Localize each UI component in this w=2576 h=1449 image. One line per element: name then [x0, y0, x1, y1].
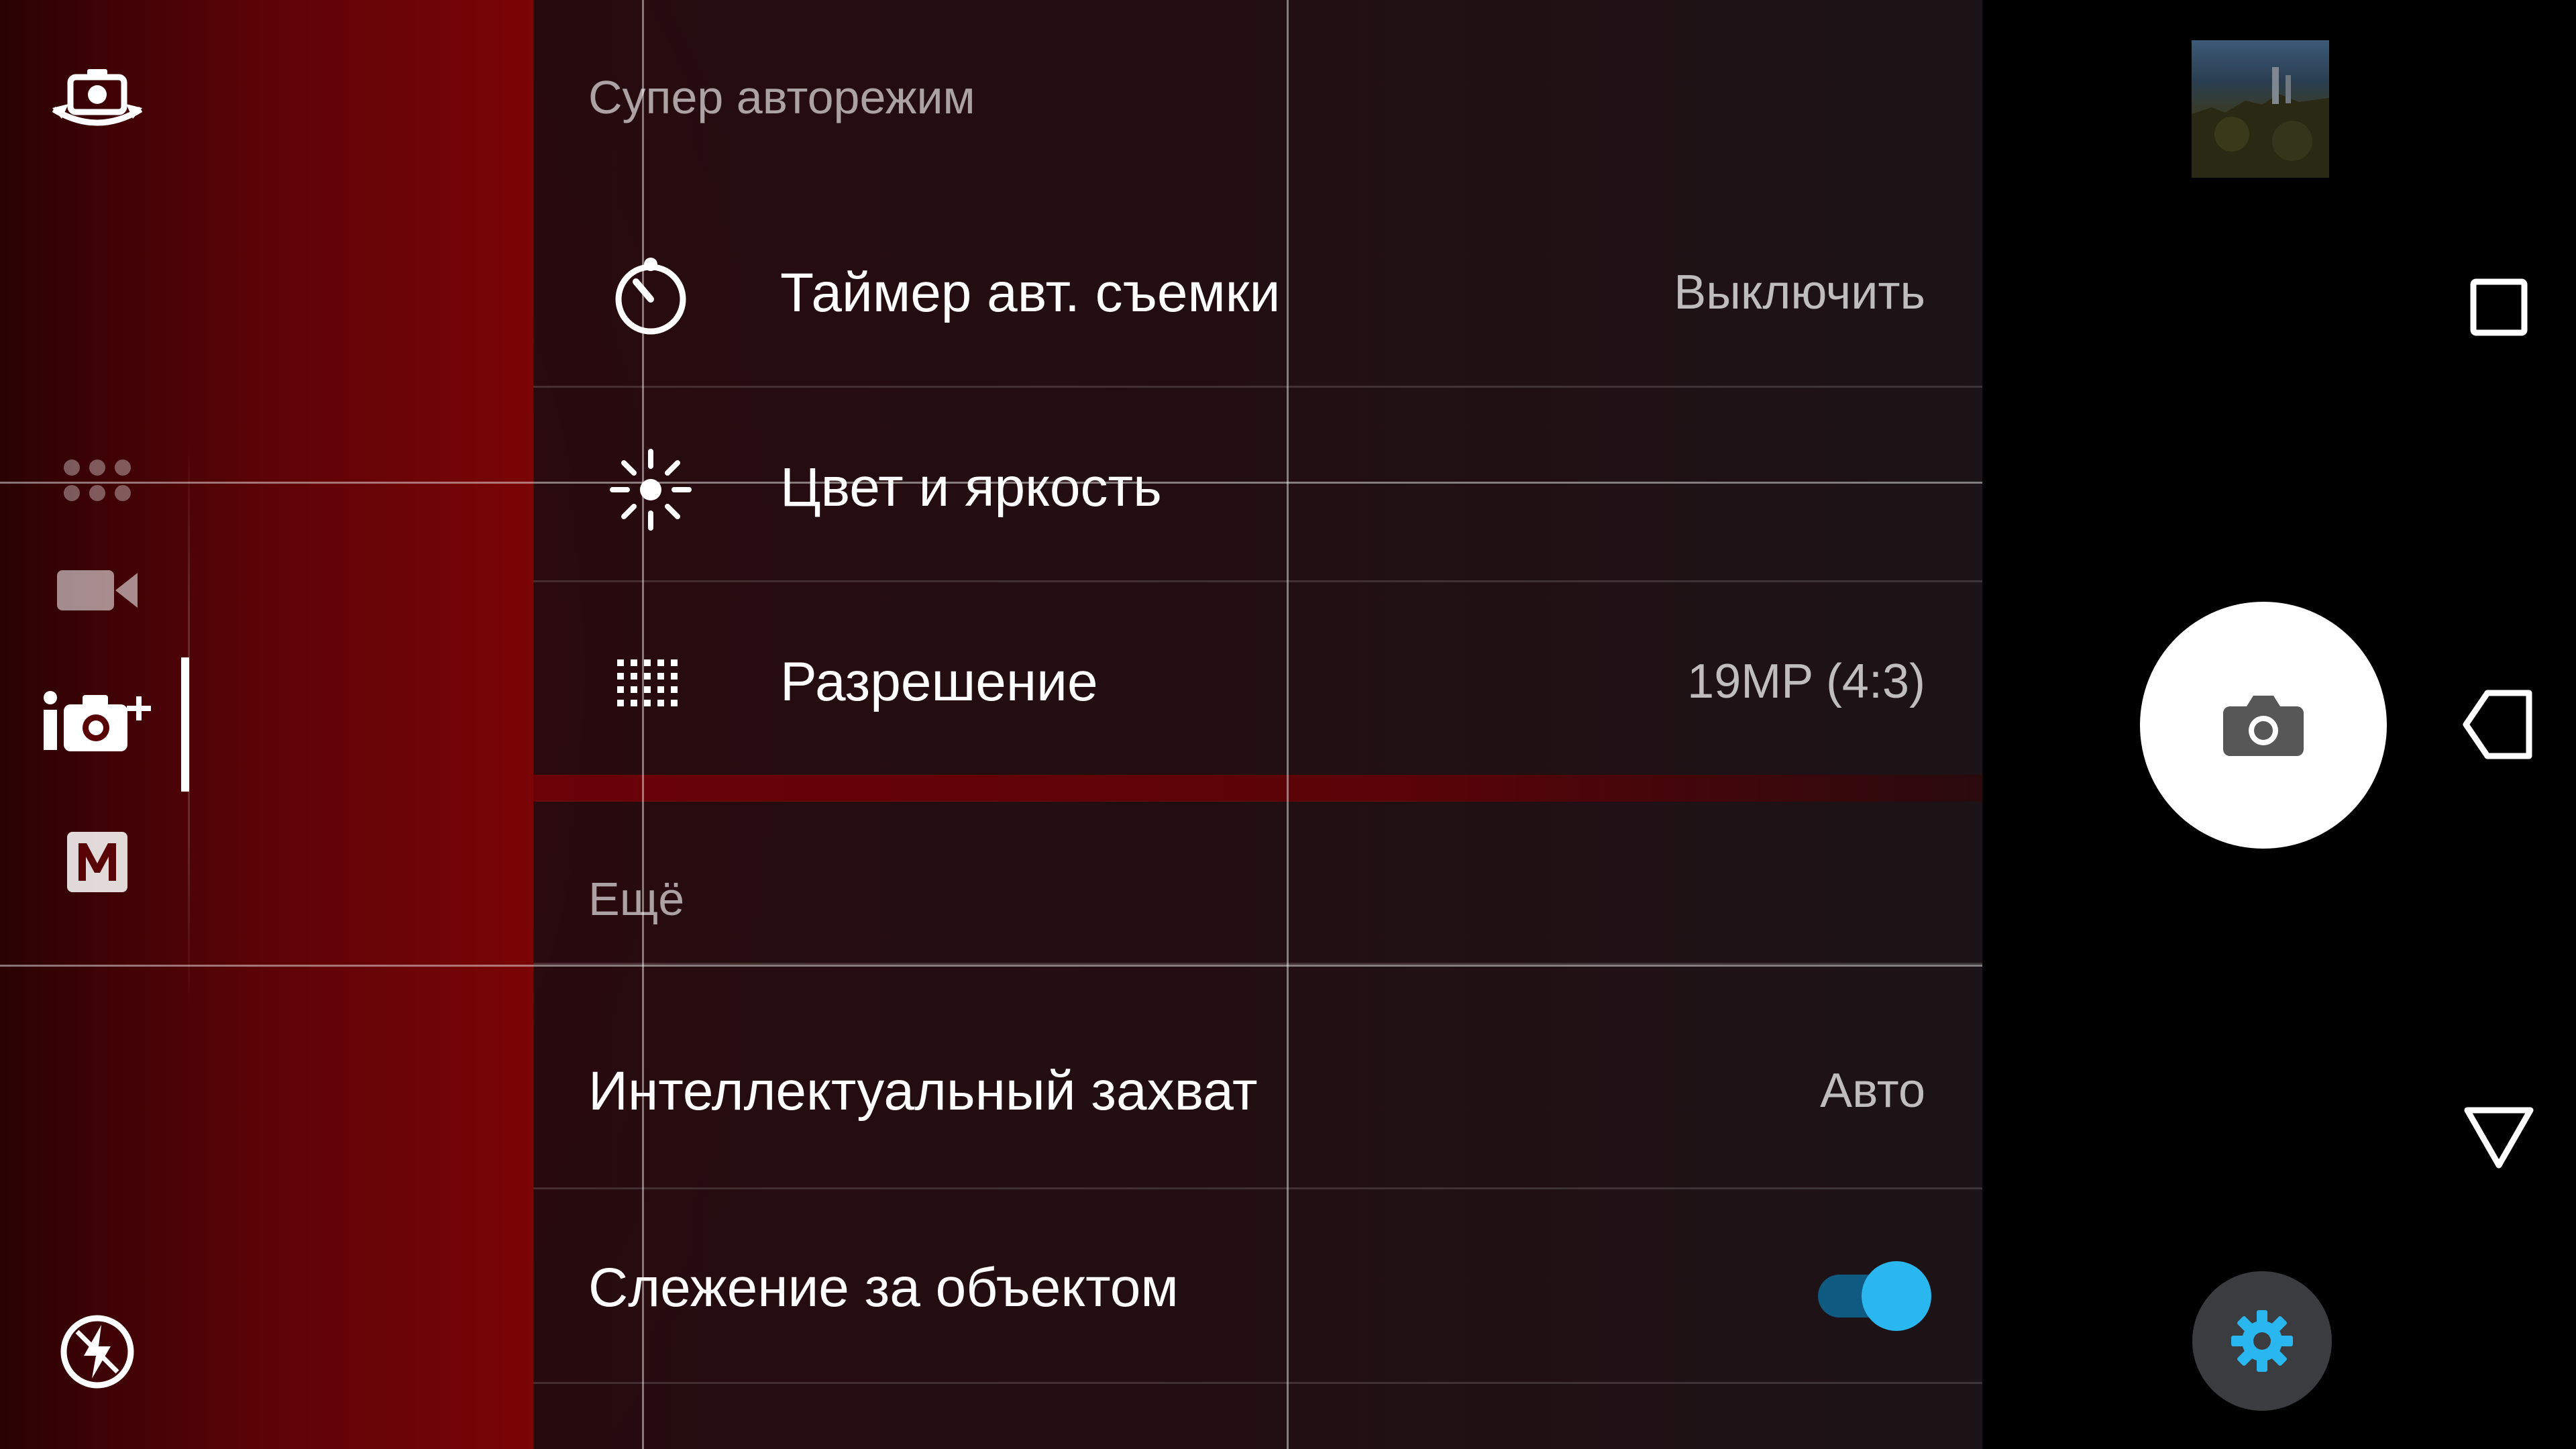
gear-icon	[2231, 1310, 2293, 1372]
more-modes-icon[interactable]	[27, 426, 168, 533]
settings-row-timer[interactable]: Таймер авт. съемки Выключить	[533, 195, 1982, 389]
resolution-value: 19MP (4:3)	[1687, 655, 1925, 708]
home-icon[interactable]	[2452, 1090, 2546, 1184]
grid-line	[642, 0, 644, 1449]
timer-value: Выключить	[1674, 266, 1925, 319]
divider	[533, 580, 1982, 582]
superior-auto-icon[interactable]	[27, 667, 168, 775]
section-title-super-auto: Супер авторежим	[588, 71, 975, 123]
resolution-icon	[607, 641, 694, 728]
settings-row-color-brightness[interactable]: Цвет и яркость	[533, 389, 1982, 584]
last-photo-thumbnail[interactable]	[2192, 40, 2329, 178]
brightness-icon	[607, 446, 694, 533]
flash-auto-icon[interactable]	[27, 1298, 168, 1405]
settings-panel: Супер авторежим Таймер авт. съемки Выклю…	[533, 0, 1982, 1449]
grid-line	[1287, 0, 1289, 1449]
grid-line	[0, 482, 1982, 484]
back-icon[interactable]	[2452, 678, 2546, 771]
section-title-more: Ещё	[588, 873, 685, 925]
object-tracking-toggle[interactable]	[1808, 1253, 1935, 1331]
manual-mode-icon[interactable]	[27, 808, 168, 916]
panel-top-section: Супер авторежим Таймер авт. съемки Выклю…	[533, 0, 1982, 775]
panel-divider-strip	[533, 775, 1982, 802]
settings-row-object-tracking[interactable]: Слежение за объектом	[533, 1189, 1982, 1384]
settings-row-resolution[interactable]: Разрешение 19MP (4:3)	[533, 584, 1982, 778]
grid-line	[0, 965, 1982, 967]
resolution-label: Разрешение	[780, 651, 1098, 712]
object-tracking-label: Слежение за объектом	[588, 1257, 1179, 1318]
settings-button[interactable]	[2192, 1271, 2332, 1411]
divider	[533, 1382, 1982, 1384]
smart-capture-label: Интеллектуальный захват	[588, 1061, 1258, 1122]
active-mode-indicator	[181, 657, 189, 792]
divider	[533, 386, 1982, 388]
smart-capture-value: Авто	[1820, 1064, 1925, 1118]
recent-apps-icon[interactable]	[2452, 260, 2546, 354]
video-camera-icon[interactable]	[27, 537, 168, 644]
timer-label: Таймер авт. съемки	[780, 262, 1281, 323]
mode-rail	[0, 0, 533, 1449]
shutter-button[interactable]	[2140, 602, 2387, 849]
switch-camera-icon[interactable]	[27, 44, 168, 151]
timer-icon	[607, 252, 694, 339]
panel-bottom-section: Ещё Интеллектуальный захват Авто Слежени…	[533, 802, 1982, 1449]
camera-icon	[2223, 696, 2304, 756]
color-brightness-label: Цвет и яркость	[780, 457, 1162, 518]
settings-row-smart-capture[interactable]: Интеллектуальный захват Авто	[533, 993, 1982, 1187]
toggle-knob	[1862, 1261, 1931, 1331]
camera-controls	[1982, 0, 2576, 1449]
